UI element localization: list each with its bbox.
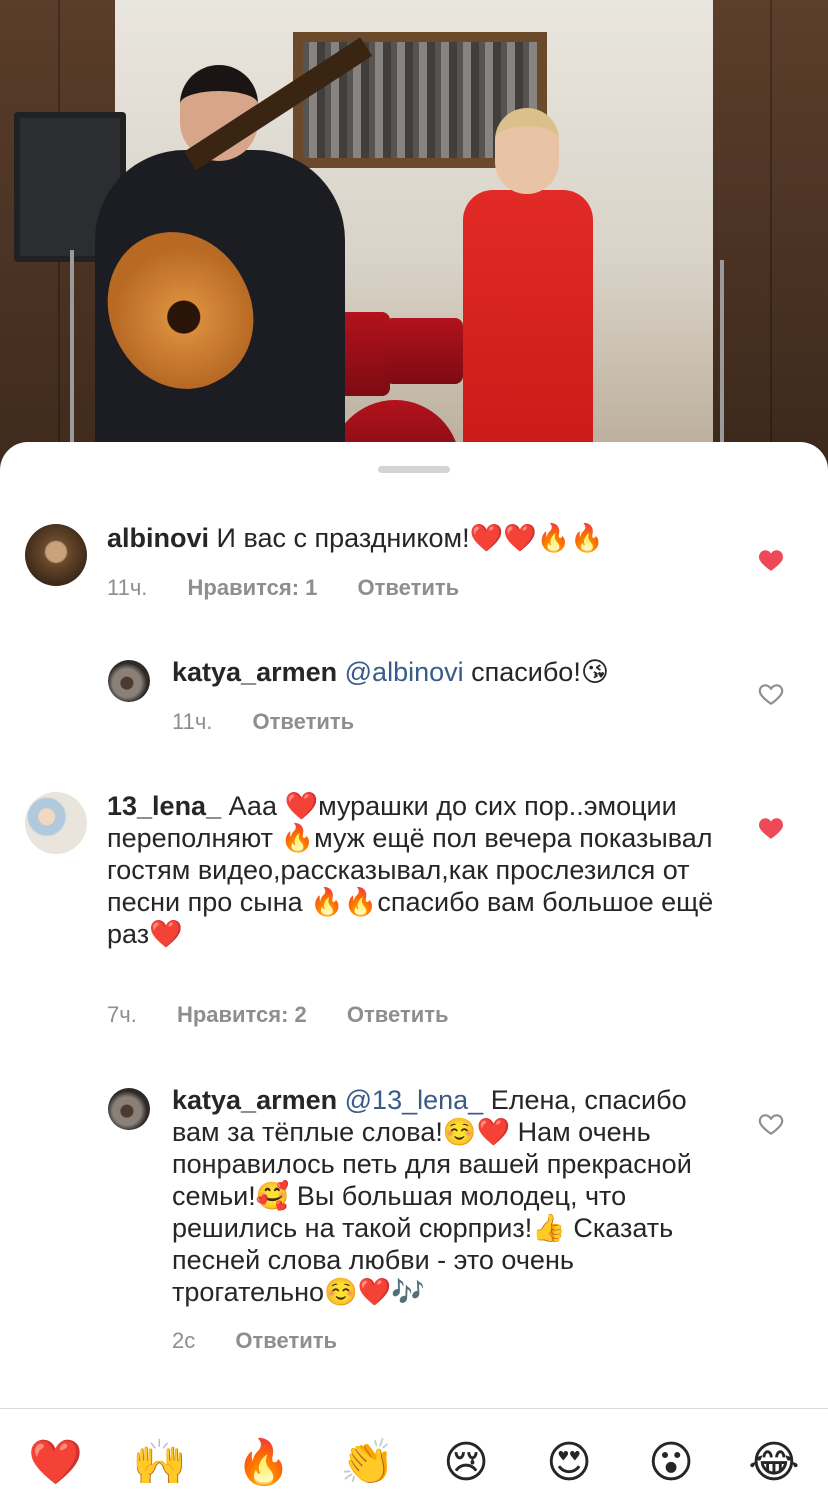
emoji-reaction-bar: ❤️ 🙌 🔥 👏 😢 😍 😮 😂 [0, 1408, 828, 1512]
comment-body: albinovi И вас с праздником!❤️❤️🔥🔥 [107, 522, 727, 554]
comment-username[interactable]: katya_armen [172, 657, 337, 687]
comment-meta: 7ч. Нравится: 2 Ответить [107, 1002, 483, 1028]
comment-likes[interactable]: Нравится: 2 [177, 1002, 307, 1027]
comment-likes[interactable]: Нравится: 1 [188, 575, 318, 600]
comment-mention[interactable]: @albinovi [345, 657, 464, 687]
comment-body: 13_lena_ Ааа ❤️мурашки до сих пор..эмоци… [107, 790, 717, 950]
laughing-emoji-button[interactable]: 😂 [748, 1437, 800, 1489]
sheet-grabber[interactable] [378, 466, 450, 473]
crying-emoji-button[interactable]: 😢 [440, 1437, 492, 1489]
like-heart-icon[interactable] [758, 1112, 784, 1136]
like-heart-icon[interactable] [758, 548, 784, 572]
comment-time: 11ч. [107, 575, 148, 600]
comment-username[interactable]: 13_lena_ [107, 791, 221, 821]
panel-seam [770, 0, 772, 470]
reply-button[interactable]: Ответить [253, 709, 355, 734]
comment-text: спасибо!😘 [471, 657, 609, 687]
like-heart-icon[interactable] [758, 816, 784, 840]
surprised-emoji-button[interactable]: 😮 [645, 1437, 697, 1489]
heart-emoji-button[interactable]: ❤️ [28, 1437, 83, 1489]
clap-emoji-button[interactable]: 👏 [340, 1437, 395, 1489]
raised-hands-emoji-button[interactable]: 🙌 [132, 1437, 187, 1489]
comment-time: 2с [172, 1328, 196, 1353]
comment-mention[interactable]: @13_lena_ [345, 1085, 484, 1115]
like-heart-icon[interactable] [758, 682, 784, 706]
heart-eyes-emoji-button[interactable]: 😍 [543, 1437, 595, 1489]
reply-button[interactable]: Ответить [235, 1328, 337, 1353]
light-stand [720, 260, 724, 470]
speaker-stand [70, 250, 74, 470]
reply-button[interactable]: Ответить [347, 1002, 449, 1027]
avatar[interactable] [108, 660, 150, 702]
comment-text: И вас с праздником!❤️❤️🔥🔥 [216, 523, 605, 553]
performer-singer-head [495, 108, 559, 194]
comment-body: katya_armen @albinovi спасибо!😘 [172, 656, 732, 688]
comment-username[interactable]: albinovi [107, 523, 209, 553]
comment-body: katya_armen @13_lena_ Елена, спасибо вам… [172, 1084, 722, 1308]
comments-sheet: albinovi И вас с праздником!❤️❤️🔥🔥 11ч. … [0, 442, 828, 1512]
comment-meta: 11ч. Ответить [172, 709, 388, 735]
comment-text: Елена, спасибо вам за тёплые слова!☺️❤️ … [172, 1085, 692, 1307]
comment-meta: 11ч. Нравится: 1 Ответить [107, 575, 493, 601]
avatar[interactable] [108, 1088, 150, 1130]
avatar[interactable] [25, 524, 87, 586]
comment-username[interactable]: katya_armen [172, 1085, 337, 1115]
avatar[interactable] [25, 792, 87, 854]
comment-time: 11ч. [172, 709, 213, 734]
drum [385, 318, 463, 384]
performer-singer [463, 190, 593, 470]
comment-meta: 2с Ответить [172, 1328, 371, 1354]
video-preview[interactable] [0, 0, 828, 470]
comment-time: 7ч. [107, 1002, 137, 1027]
fire-emoji-button[interactable]: 🔥 [236, 1437, 291, 1489]
reply-button[interactable]: Ответить [358, 575, 460, 600]
